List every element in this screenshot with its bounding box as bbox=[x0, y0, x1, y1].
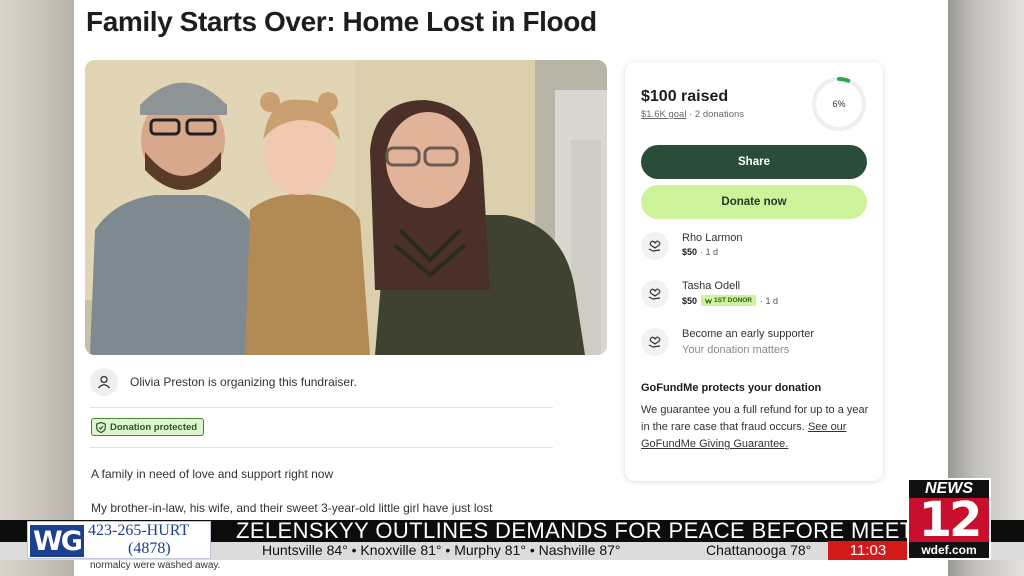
sponsor-phone: 423-265-HURT bbox=[88, 522, 190, 539]
broadcast-clock: 11:03 bbox=[828, 541, 908, 560]
sponsor-ad: WG 423-265-HURT (4878) bbox=[27, 521, 211, 559]
user-icon bbox=[90, 368, 118, 396]
heart-hand-icon bbox=[641, 232, 669, 260]
goal-amount[interactable]: $1.6K goal bbox=[641, 109, 686, 120]
tv-background-left bbox=[0, 0, 74, 576]
fundraiser-page: Family Starts Over: Home Lost in Flood O… bbox=[74, 0, 948, 576]
current-weather: Chattanooga 78° bbox=[706, 542, 812, 558]
news-headline: ZELENSKYY OUTLINES DEMANDS FOR PEACE BEF… bbox=[236, 518, 955, 543]
donor-amount: $50 bbox=[682, 247, 698, 257]
donate-now-button[interactable]: Donate now bbox=[641, 185, 867, 219]
first-donor-badge: 1ST DONOR bbox=[701, 295, 756, 306]
donation-card: $100 raised $1.6K goal · 2 donations 6% … bbox=[625, 62, 883, 481]
wave-icon bbox=[705, 298, 712, 304]
donor-amount: $50 bbox=[682, 295, 698, 306]
donation-count: 2 donations bbox=[694, 109, 745, 120]
protection-text: We guarantee you a full refund for up to… bbox=[641, 402, 871, 453]
goal-line: $1.6K goal · 2 donations bbox=[641, 109, 744, 120]
story-line: normalcy were washed away. bbox=[90, 560, 221, 571]
station-logo-number: 12 bbox=[918, 492, 983, 548]
weather-ticker: Huntsville 84° • Knoxville 81° • Murphy … bbox=[262, 542, 621, 558]
donor-item: Rho Larmon $50 · 1 d bbox=[641, 232, 743, 260]
organizer-text: Olivia Preston is organizing this fundra… bbox=[130, 375, 357, 389]
early-supporter-title: Become an early supporter bbox=[682, 328, 815, 340]
early-supporter-item[interactable]: Become an early supporter Your donation … bbox=[641, 328, 814, 356]
heart-hand-icon bbox=[641, 328, 669, 356]
share-button[interactable]: Share bbox=[641, 145, 867, 179]
donation-protected-badge[interactable]: Donation protected bbox=[91, 418, 205, 436]
page-title: Family Starts Over: Home Lost in Flood bbox=[86, 6, 597, 37]
early-supporter-subtitle: Your donation matters bbox=[682, 344, 790, 356]
protection-title: GoFundMe protects your donation bbox=[641, 382, 822, 394]
station-logo: NEWS 12 wdef.com bbox=[907, 478, 991, 560]
shield-icon bbox=[96, 421, 106, 433]
progress-percent: 6% bbox=[832, 99, 846, 109]
first-donor-label: 1ST DONOR bbox=[714, 297, 752, 304]
story-line: My brother-in-law, his wife, and their s… bbox=[91, 501, 493, 515]
sponsor-logo: WG bbox=[30, 525, 84, 557]
story-line: A family in need of love and support rig… bbox=[91, 467, 334, 481]
sponsor-number: (4878) bbox=[128, 540, 171, 557]
donor-time: · 1 d bbox=[700, 247, 719, 257]
organizer-row: Olivia Preston is organizing this fundra… bbox=[90, 368, 357, 396]
donor-item: Tasha Odell $50 1ST DONOR · 1 d bbox=[641, 280, 778, 308]
protected-badge-label: Donation protected bbox=[110, 421, 198, 433]
donor-name: Rho Larmon bbox=[682, 232, 743, 244]
family-photo-image bbox=[85, 60, 607, 355]
station-website: wdef.com bbox=[909, 542, 989, 558]
divider bbox=[90, 447, 553, 448]
campaign-photo bbox=[85, 60, 607, 355]
amount-raised: $100 raised bbox=[641, 88, 729, 105]
separator: · bbox=[689, 109, 693, 120]
heart-hand-icon bbox=[641, 280, 669, 308]
donor-name: Tasha Odell bbox=[682, 280, 741, 292]
divider bbox=[90, 407, 553, 408]
donor-time: · 1 d bbox=[759, 295, 778, 306]
